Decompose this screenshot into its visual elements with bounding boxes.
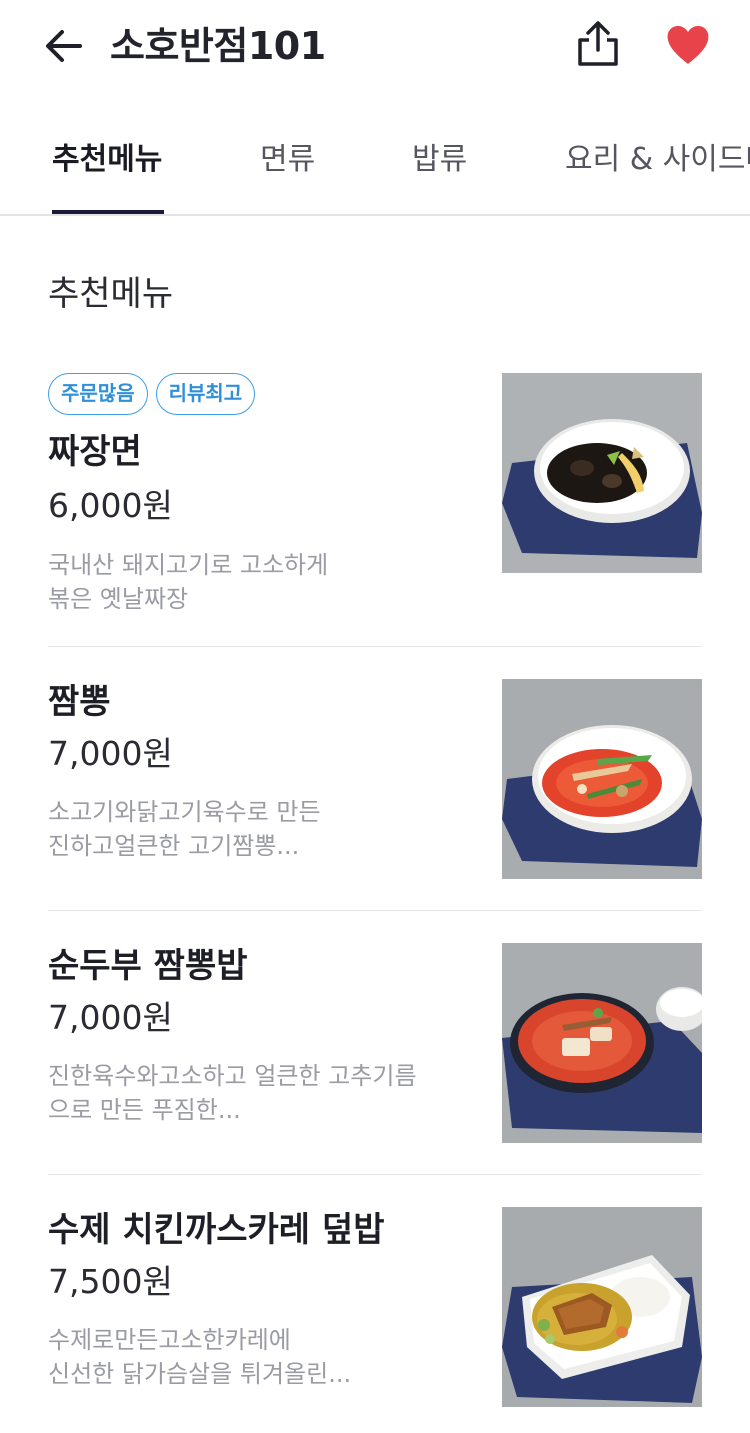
active-tab-indicator xyxy=(52,210,164,214)
tab-recommended[interactable]: 추천메뉴 xyxy=(52,138,162,182)
divider xyxy=(48,1174,702,1175)
item-price: 7,500원 xyxy=(48,1262,173,1301)
menu-item-jjamppong[interactable]: 짬뽕 7,000원 소고기와닭고기육수로 만든 진하고얼큰한 고기짬뽕... xyxy=(48,679,702,911)
menu-item-chicken-katsu-curry[interactable]: 수제 치킨까스카레 덮밥 7,500원 수제로만든고소한카레에 신선한 닭가슴살… xyxy=(48,1207,702,1427)
item-description: 수제로만든고소한카레에 신선한 닭가슴살을 튀겨올린... xyxy=(48,1326,352,1388)
item-name: 짜장면 xyxy=(48,432,142,472)
item-name: 수제 치킨까스카레 덮밥 xyxy=(48,1210,385,1250)
sundubu-jjamppongbap-photo[interactable] xyxy=(502,943,702,1143)
section-title: 추천메뉴 xyxy=(48,274,174,314)
menu-item-sundubu-jjamppongbap[interactable]: 순두부 짬뽕밥 7,000원 진한육수와고소하고 얼큰한 고추기름 으로 만든 … xyxy=(48,943,702,1175)
top-bar: 소호반점101 xyxy=(0,0,750,100)
jjamppong-photo[interactable] xyxy=(502,679,702,879)
badge-best-review: 리뷰최고 xyxy=(155,373,256,415)
store-title: 소호반점101 xyxy=(110,24,326,68)
item-description: 국내산 돼지고기로 고소하게 볶은 옛날짜장 xyxy=(48,551,329,613)
jajangmyeon-photo[interactable] xyxy=(502,373,702,573)
arrow-left-icon xyxy=(46,30,82,62)
share-button[interactable] xyxy=(572,18,624,72)
favorite-button[interactable] xyxy=(664,22,712,68)
tab-noodles[interactable]: 면류 xyxy=(260,138,315,182)
divider xyxy=(48,910,702,911)
category-tabs: 추천메뉴 면류 밥류 요리 & 사이드메뉴 xyxy=(0,108,750,216)
menu-item-jajangmyeon[interactable]: 주문많음 리뷰최고 짜장면 6,000원 국내산 돼지고기로 고소하게 볶은 옛날… xyxy=(48,373,702,647)
item-description: 소고기와닭고기육수로 만든 진하고얼큰한 고기짬뽕... xyxy=(48,798,321,860)
item-price: 7,000원 xyxy=(48,998,173,1037)
item-price: 6,000원 xyxy=(48,486,173,525)
item-name: 순두부 짬뽕밥 xyxy=(48,946,248,986)
heart-icon xyxy=(667,26,709,64)
tab-dishes-sides[interactable]: 요리 & 사이드메뉴 xyxy=(565,138,750,182)
item-name: 짬뽕 xyxy=(48,682,111,722)
badge-group: 주문많음 리뷰최고 xyxy=(48,373,263,417)
divider xyxy=(48,646,702,647)
back-button[interactable] xyxy=(40,22,88,70)
chicken-katsu-curry-photo[interactable] xyxy=(502,1207,702,1407)
share-icon xyxy=(578,21,618,66)
item-price: 7,000원 xyxy=(48,734,173,773)
badge-most-ordered: 주문많음 xyxy=(48,373,148,415)
item-description: 진한육수와고소하고 얼큰한 고추기름 으로 만든 푸짐한... xyxy=(48,1062,417,1124)
tab-rice[interactable]: 밥류 xyxy=(412,138,467,182)
